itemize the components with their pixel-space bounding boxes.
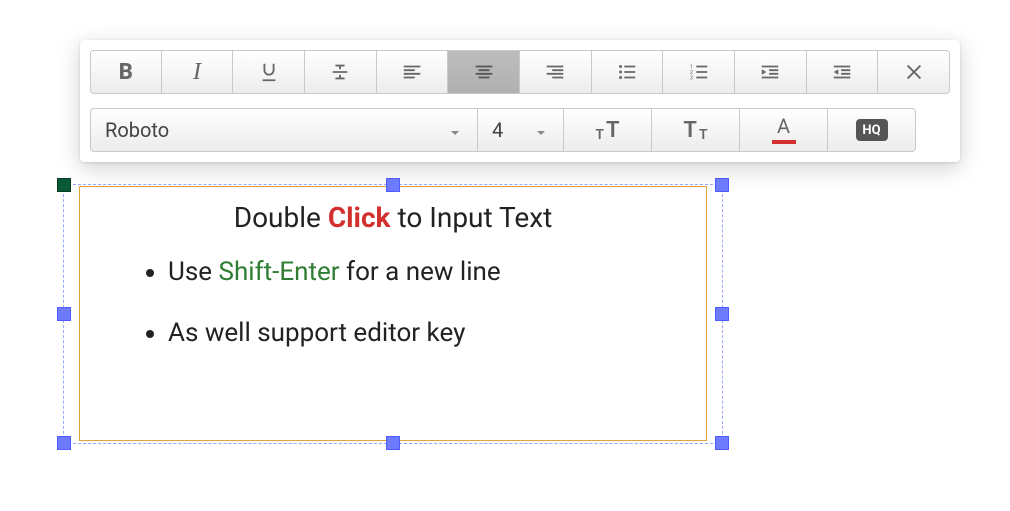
formatting-toolbar: B I 123 [80, 40, 960, 162]
strikethrough-button[interactable] [305, 50, 377, 94]
numbered-list-button[interactable]: 123 [663, 50, 735, 94]
decrease-font-button[interactable]: TT [652, 108, 740, 152]
hq-icon: HQ [856, 119, 888, 141]
canvas: Double Click to Input Text Use Shift-Ent… [63, 186, 723, 466]
list-item: Use Shift-Enter for a new line [168, 255, 680, 290]
title-after: to Input Text [391, 201, 553, 234]
align-right-icon [544, 61, 566, 83]
align-center-icon [473, 61, 495, 83]
numbered-list-icon: 123 [688, 61, 710, 83]
title-line: Double Click to Input Text [106, 199, 680, 237]
align-left-button[interactable] [377, 50, 449, 94]
hq-button[interactable]: HQ [828, 108, 916, 152]
indent-icon [759, 61, 781, 83]
outdent-icon [831, 61, 853, 83]
toolbar-row-2: Roboto 4 TT TT A HQ [90, 108, 950, 152]
bullet-list-button[interactable] [592, 50, 664, 94]
resize-handle-bottom-right[interactable] [715, 436, 729, 450]
resize-handle-right[interactable] [715, 307, 729, 321]
align-left-icon [401, 61, 423, 83]
align-center-button[interactable] [448, 50, 520, 94]
underline-button[interactable] [233, 50, 305, 94]
strikethrough-icon [329, 61, 351, 83]
bold-icon: B [119, 60, 133, 85]
font-family-value: Roboto [105, 118, 169, 142]
li-plain: As well support editor key [168, 318, 465, 348]
close-icon [903, 61, 925, 83]
indent-button[interactable] [735, 50, 807, 94]
font-color-icon: A [772, 116, 796, 144]
li-after: for a new line [340, 257, 501, 287]
outdent-button[interactable] [807, 50, 879, 94]
italic-icon: I [193, 59, 201, 86]
chevron-down-icon [533, 122, 549, 138]
chevron-down-icon [447, 122, 463, 138]
text-frame[interactable]: Double Click to Input Text Use Shift-Ent… [79, 186, 707, 441]
svg-text:3: 3 [689, 75, 692, 81]
bullet-list-icon [616, 61, 638, 83]
list-item: As well support editor key [168, 316, 680, 351]
font-size-value: 4 [492, 118, 503, 142]
rotate-handle[interactable] [57, 178, 71, 192]
bold-button[interactable]: B [90, 50, 162, 94]
title-emphasis: Click [328, 201, 391, 234]
toolbar-row-1: B I 123 [90, 50, 950, 94]
underline-icon [258, 61, 280, 83]
align-right-button[interactable] [520, 50, 592, 94]
bullet-list: Use Shift-Enter for a new line As well s… [106, 255, 680, 351]
font-size-select[interactable]: 4 [478, 108, 564, 152]
resize-handle-top-right[interactable] [715, 178, 729, 192]
font-color-swatch [772, 140, 796, 144]
italic-button[interactable]: I [162, 50, 234, 94]
increase-font-icon: TT [595, 118, 619, 143]
increase-font-button[interactable]: TT [564, 108, 652, 152]
li-before: Use [168, 257, 219, 287]
resize-handle-bottom-left[interactable] [57, 436, 71, 450]
title-before: Double [234, 201, 328, 234]
font-family-select[interactable]: Roboto [90, 108, 478, 152]
font-color-button[interactable]: A [740, 108, 828, 152]
decrease-font-icon: TT [683, 118, 707, 143]
resize-handle-left[interactable] [57, 307, 71, 321]
li-emphasis: Shift-Enter [219, 257, 340, 287]
close-button[interactable] [878, 50, 950, 94]
